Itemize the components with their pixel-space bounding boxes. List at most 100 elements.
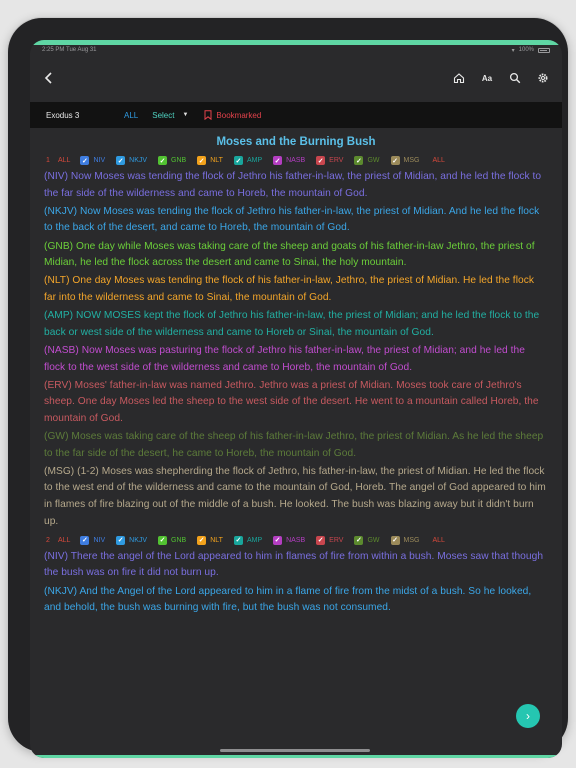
checkmark-icon: ✓ [316, 156, 326, 165]
checkmark-icon: ✓ [354, 156, 364, 165]
all-versions-left[interactable]: ALL [58, 537, 70, 544]
checkmark-icon: ✓ [390, 535, 400, 545]
wifi-icon: ▾ [511, 47, 515, 54]
verse-text[interactable]: (NKJV) Now Moses was tending the flock o… [44, 204, 548, 237]
version-label: NASB [286, 157, 306, 164]
app-screen: 2:25 PM Tue Aug 31 ▾ 100% Aa Exodus 3 AL… [30, 40, 562, 758]
select-dropdown[interactable]: Select ▼ [152, 111, 188, 120]
verse-number: 2 [46, 536, 50, 544]
version-label: AMP [246, 157, 263, 164]
version-checkbox-erv[interactable]: ✓ ERV [316, 156, 343, 165]
home-indicator [220, 749, 370, 752]
version-label: GNB [171, 536, 187, 544]
font-size-icon[interactable]: Aa [480, 71, 494, 85]
bookmarked-button[interactable]: Bookmarked [204, 110, 261, 120]
checkmark-icon: ✓ [158, 156, 168, 165]
checkmark-icon: ✓ [233, 535, 243, 545]
checkmark-icon: ✓ [158, 535, 168, 545]
verse-list: 1 ALL ✓ NIV ✓ NKJV ✓ GNB ✓ NLT ✓ AMP ✓ NASB ✓ ERV ✓ GW ✓ MS… [44, 152, 548, 617]
version-checkbox-nasb[interactable]: ✓ NASB [273, 156, 305, 165]
battery-percent: 100% [518, 47, 534, 53]
version-checkbox-gnb[interactable]: ✓ GNB [158, 156, 186, 165]
version-filter-row: 2 ALL ✓ NIV ✓ NKJV ✓ GNB ✓ NLT ✓ AMP ✓ NASB ✓ ERV ✓ GW ✓ MS… [46, 532, 548, 549]
version-checkbox-amp[interactable]: ✓ AMP [233, 156, 263, 165]
bookmark-icon [204, 110, 212, 120]
version-filter-row: 1 ALL ✓ NIV ✓ NKJV ✓ GNB ✓ NLT ✓ AMP ✓ NASB ✓ ERV ✓ GW ✓ MS… [46, 152, 548, 169]
version-checkbox-nkjv[interactable]: ✓ NKJV [116, 156, 147, 165]
version-checkbox-msg[interactable]: ✓ MSG [390, 156, 420, 165]
chapter-title: Moses and the Burning Bush [216, 136, 376, 148]
verse-text[interactable]: (MSG) (1-2) Moses was shepherding the fl… [44, 464, 548, 530]
checkmark-icon: ✓ [197, 535, 207, 545]
checkmark-icon: ✓ [273, 156, 283, 165]
version-label: NKJV [129, 536, 148, 544]
verse-text[interactable]: (NLT) One day Moses was tending the floc… [44, 273, 548, 306]
checkmark-icon: ✓ [80, 156, 90, 165]
version-label: MSG [403, 536, 420, 544]
version-label: NLT [210, 157, 223, 164]
search-icon[interactable] [508, 71, 522, 85]
battery-icon [538, 47, 550, 53]
checkmark-icon: ✓ [233, 156, 243, 165]
version-label: GW [367, 157, 380, 164]
version-checkbox-msg[interactable]: ✓ MSG [390, 535, 420, 545]
bookmarked-label: Bookmarked [216, 110, 262, 120]
version-checkbox-gw[interactable]: ✓ GW [354, 535, 380, 545]
verse-text[interactable]: (NIV) There the angel of the Lord appear… [44, 549, 548, 582]
back-chevron-icon[interactable] [42, 71, 56, 85]
verse-text[interactable]: (AMP) NOW MOSES kept the flock of Jethro… [44, 308, 548, 341]
select-label: Select [152, 110, 175, 120]
book-chapter-selector[interactable]: Exodus 3 [46, 111, 112, 120]
status-time: 2:25 PM [42, 47, 65, 53]
all-versions-toggle[interactable]: ALL [124, 111, 138, 120]
verse-text[interactable]: (GW) Moses was taking care of the sheep … [44, 429, 548, 462]
checkmark-icon: ✓ [390, 156, 400, 165]
verse-text[interactable]: (NIV) Now Moses was tending the flock of… [44, 169, 548, 202]
chevron-right-icon: › [526, 709, 530, 723]
checkmark-icon: ✓ [116, 156, 126, 165]
version-checkbox-nlt[interactable]: ✓ NLT [197, 535, 223, 545]
version-checkbox-gw[interactable]: ✓ GW [354, 156, 380, 165]
version-label: MSG [403, 157, 420, 164]
version-label: NKJV [129, 157, 148, 164]
settings-gear-icon[interactable] [536, 71, 550, 85]
verse-text[interactable]: (ERV) Moses' father-in-law was named Jet… [44, 378, 548, 428]
checkmark-icon: ✓ [197, 156, 207, 165]
checkmark-icon: ✓ [116, 535, 126, 545]
verse-text[interactable]: (NKJV) And the Angel of the Lord appeare… [44, 584, 548, 617]
verse-text[interactable]: (GNB) One day while Moses was taking car… [44, 239, 548, 272]
checkmark-icon: ✓ [80, 535, 90, 545]
caret-down-icon: ▼ [182, 112, 189, 118]
chapter-content: Moses and the Burning Bush 1 ALL ✓ NIV ✓ NKJV… [30, 128, 562, 758]
version-label: GW [367, 536, 380, 544]
verse-number: 1 [46, 157, 50, 164]
checkmark-icon: ✓ [273, 535, 283, 545]
all-versions-right[interactable]: ALL [432, 537, 444, 544]
version-checkbox-niv[interactable]: ✓ NIV [80, 535, 106, 545]
version-checkbox-amp[interactable]: ✓ AMP [233, 535, 262, 545]
nav-bar: Aa [30, 56, 562, 100]
version-checkbox-erv[interactable]: ✓ ERV [316, 535, 343, 545]
version-label: GNB [171, 157, 187, 164]
checkmark-icon: ✓ [316, 535, 326, 545]
version-label: ERV [329, 157, 344, 164]
version-label: NASB [286, 536, 306, 544]
reader-toolbar: Exodus 3 ALL Select ▼ Bookmarked [30, 102, 562, 128]
version-checkbox-niv[interactable]: ✓ NIV [80, 156, 105, 165]
version-label: NIV [93, 157, 106, 164]
version-label: NLT [210, 536, 223, 544]
tablet-frame: 2:25 PM Tue Aug 31 ▾ 100% Aa Exodus 3 AL… [8, 18, 568, 758]
next-chapter-button[interactable]: › [516, 704, 540, 728]
verse-text[interactable]: (NASB) Now Moses was pasturing the flock… [44, 343, 548, 376]
all-versions-right[interactable]: ALL [432, 157, 444, 164]
version-checkbox-nlt[interactable]: ✓ NLT [197, 156, 223, 165]
version-checkbox-nasb[interactable]: ✓ NASB [273, 535, 306, 545]
version-checkbox-gnb[interactable]: ✓ GNB [158, 535, 187, 545]
status-date: Tue Aug 31 [66, 47, 97, 53]
checkmark-icon: ✓ [354, 535, 364, 545]
version-label: NIV [93, 536, 106, 544]
bottom-accent-band [30, 755, 562, 758]
home-icon[interactable] [452, 71, 466, 85]
version-checkbox-nkjv[interactable]: ✓ NKJV [116, 535, 148, 545]
all-versions-left[interactable]: ALL [58, 157, 70, 164]
